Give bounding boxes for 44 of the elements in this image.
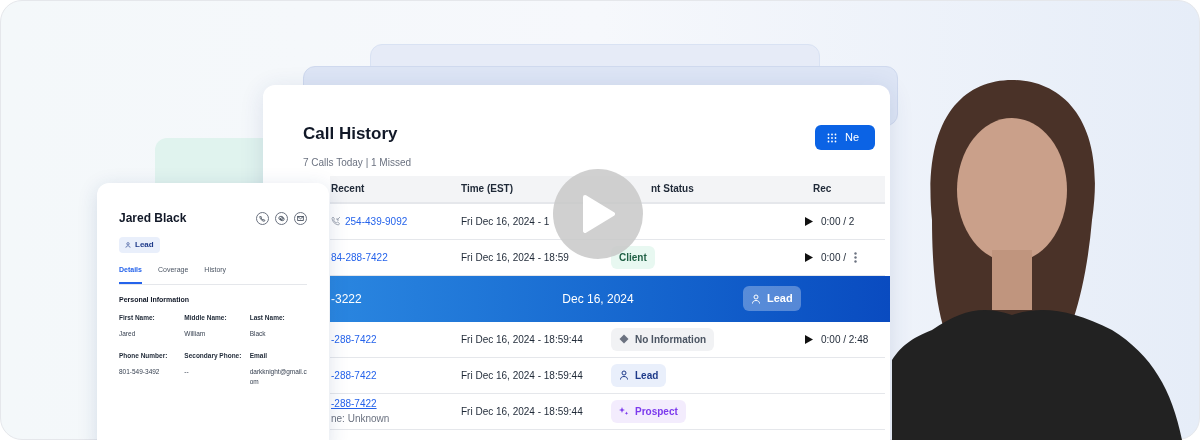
lead-badge: Lead (119, 237, 160, 253)
more-icon[interactable] (854, 251, 858, 263)
column-header: Recent (331, 183, 365, 194)
play-icon[interactable] (805, 252, 813, 262)
play-icon[interactable] (805, 334, 813, 344)
call-time: Fri Dec 16, 2024 - 18:59:44 (461, 405, 583, 417)
status-badge: Lead (611, 363, 667, 387)
diamond-icon (619, 334, 629, 344)
status-badge: No Information (611, 327, 715, 351)
recording-time: 0:00 / 2 (821, 214, 855, 229)
column-header: Time (EST) (461, 183, 514, 194)
caller-name: ne: Unknown (331, 412, 391, 426)
play-icon[interactable] (805, 216, 813, 226)
phone-number: -3222 (331, 291, 362, 306)
call-date: Dec 16, 2024 (562, 291, 634, 306)
phone-number[interactable]: -288-7422 (331, 367, 377, 383)
person-icon (751, 293, 761, 304)
sparkle-icon (619, 406, 629, 416)
call-time: Fri Dec 16, 2024 - 18:59:44 (461, 333, 583, 345)
phone-number[interactable]: 254-439-9092 (345, 213, 408, 229)
call-time: Fri Dec 16, 2024 - 18:59:44 (461, 369, 583, 381)
play-icon (581, 195, 615, 233)
new-call-button[interactable]: Ne (814, 125, 875, 150)
call-time: Fri Dec 16, 2024 - 18:59 (461, 251, 569, 263)
highlighted-row[interactable]: -3222 Dec 16, 2024 Lead (330, 275, 890, 322)
call-summary: 7 Calls Today | 1 Missed (303, 155, 412, 170)
status-badge: Lead (743, 286, 801, 311)
recording-time: 0:00 / (821, 250, 847, 265)
phone-number[interactable]: 84-288-7422 (331, 249, 388, 265)
phone-number[interactable]: -288-7422 (331, 396, 377, 411)
status-badge: Prospect (611, 399, 686, 423)
call-time: Fri Dec 16, 2024 - 1 (461, 215, 550, 227)
column-header: nt Status (651, 183, 694, 194)
table-row[interactable]: -288-7422 ne: Unknown Fri Dec 16, 2024 - 18:59:44 Prospect (330, 393, 885, 430)
page-title: Call History (303, 123, 399, 145)
person-icon (619, 370, 629, 380)
person-icon (125, 242, 131, 248)
table-row[interactable]: -288-7422 Fri Dec 16, 2024 - 18:59:44 No Information 0:00 / 2:48 (330, 321, 885, 358)
column-header: Rec (813, 183, 832, 194)
recording-time: 0:00 / 2:48 (821, 332, 869, 347)
dialpad-icon (826, 132, 837, 143)
table-row[interactable]: -288-7422 Fri Dec 16, 2024 - 18:59:44 Lead (330, 357, 885, 394)
contact-name: Jared Black (119, 210, 187, 227)
phone-number[interactable]: -288-7422 (331, 331, 377, 347)
